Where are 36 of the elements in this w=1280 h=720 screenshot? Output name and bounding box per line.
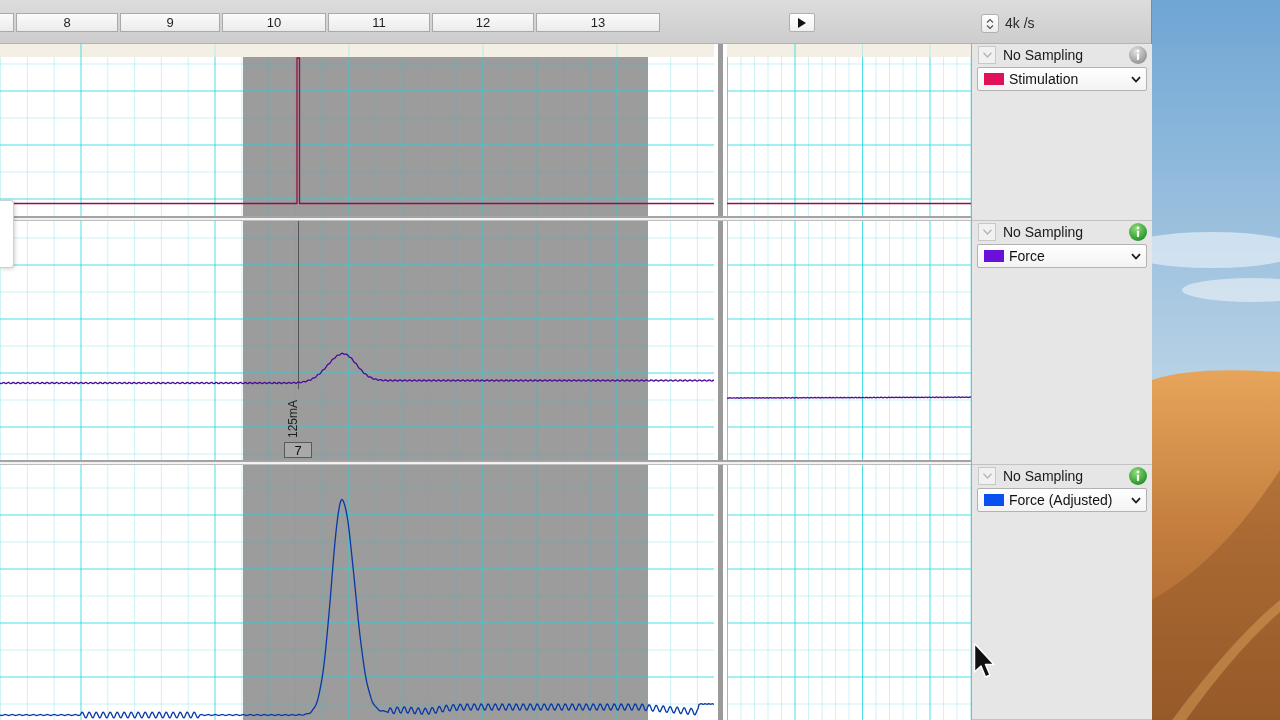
sampling-label: No Sampling: [1003, 468, 1085, 484]
chevron-down-icon: [1131, 496, 1141, 504]
cursor-icon: [973, 642, 997, 680]
info-icon[interactable]: [1129, 46, 1147, 64]
pane-splitter[interactable]: [718, 44, 723, 57]
collapse-button[interactable]: [978, 467, 996, 485]
channel-select[interactable]: Force: [977, 244, 1147, 268]
time-segment: 9: [120, 13, 220, 32]
channel-select[interactable]: Stimulation: [977, 67, 1147, 91]
play-button[interactable]: [789, 13, 815, 32]
pane-splitter[interactable]: [718, 465, 723, 720]
time-segment: 10: [222, 13, 326, 32]
collapse-button[interactable]: [978, 46, 996, 64]
time-segment: 11: [328, 13, 430, 32]
play-icon: [798, 17, 806, 28]
pane-splitter[interactable]: [718, 57, 723, 216]
info-icon[interactable]: [1129, 223, 1147, 241]
pane-splitter[interactable]: [718, 221, 723, 460]
chevron-down-icon: [982, 52, 992, 58]
chevron-down-icon: [982, 229, 992, 235]
chevron-down-icon: [1131, 252, 1141, 260]
sampling-label: No Sampling: [1003, 47, 1085, 63]
channel-select[interactable]: Force (Adjusted): [977, 488, 1147, 512]
info-icon[interactable]: [1129, 467, 1147, 485]
collapse-button[interactable]: [978, 223, 996, 241]
chevron-down-icon: [1131, 75, 1141, 83]
time-segment: 8: [16, 13, 118, 32]
up-down-chevron-icon: [986, 17, 994, 30]
sampling-label: No Sampling: [1003, 224, 1085, 240]
marker-number: 7: [284, 442, 312, 458]
chevron-down-icon: [982, 473, 992, 479]
sample-rate: 4k /s: [1005, 14, 1035, 33]
time-segment: 13: [536, 13, 660, 32]
stepper-button[interactable]: [981, 14, 999, 33]
time-segment: 12: [432, 13, 534, 32]
marker-label: 125mA: [286, 399, 300, 438]
